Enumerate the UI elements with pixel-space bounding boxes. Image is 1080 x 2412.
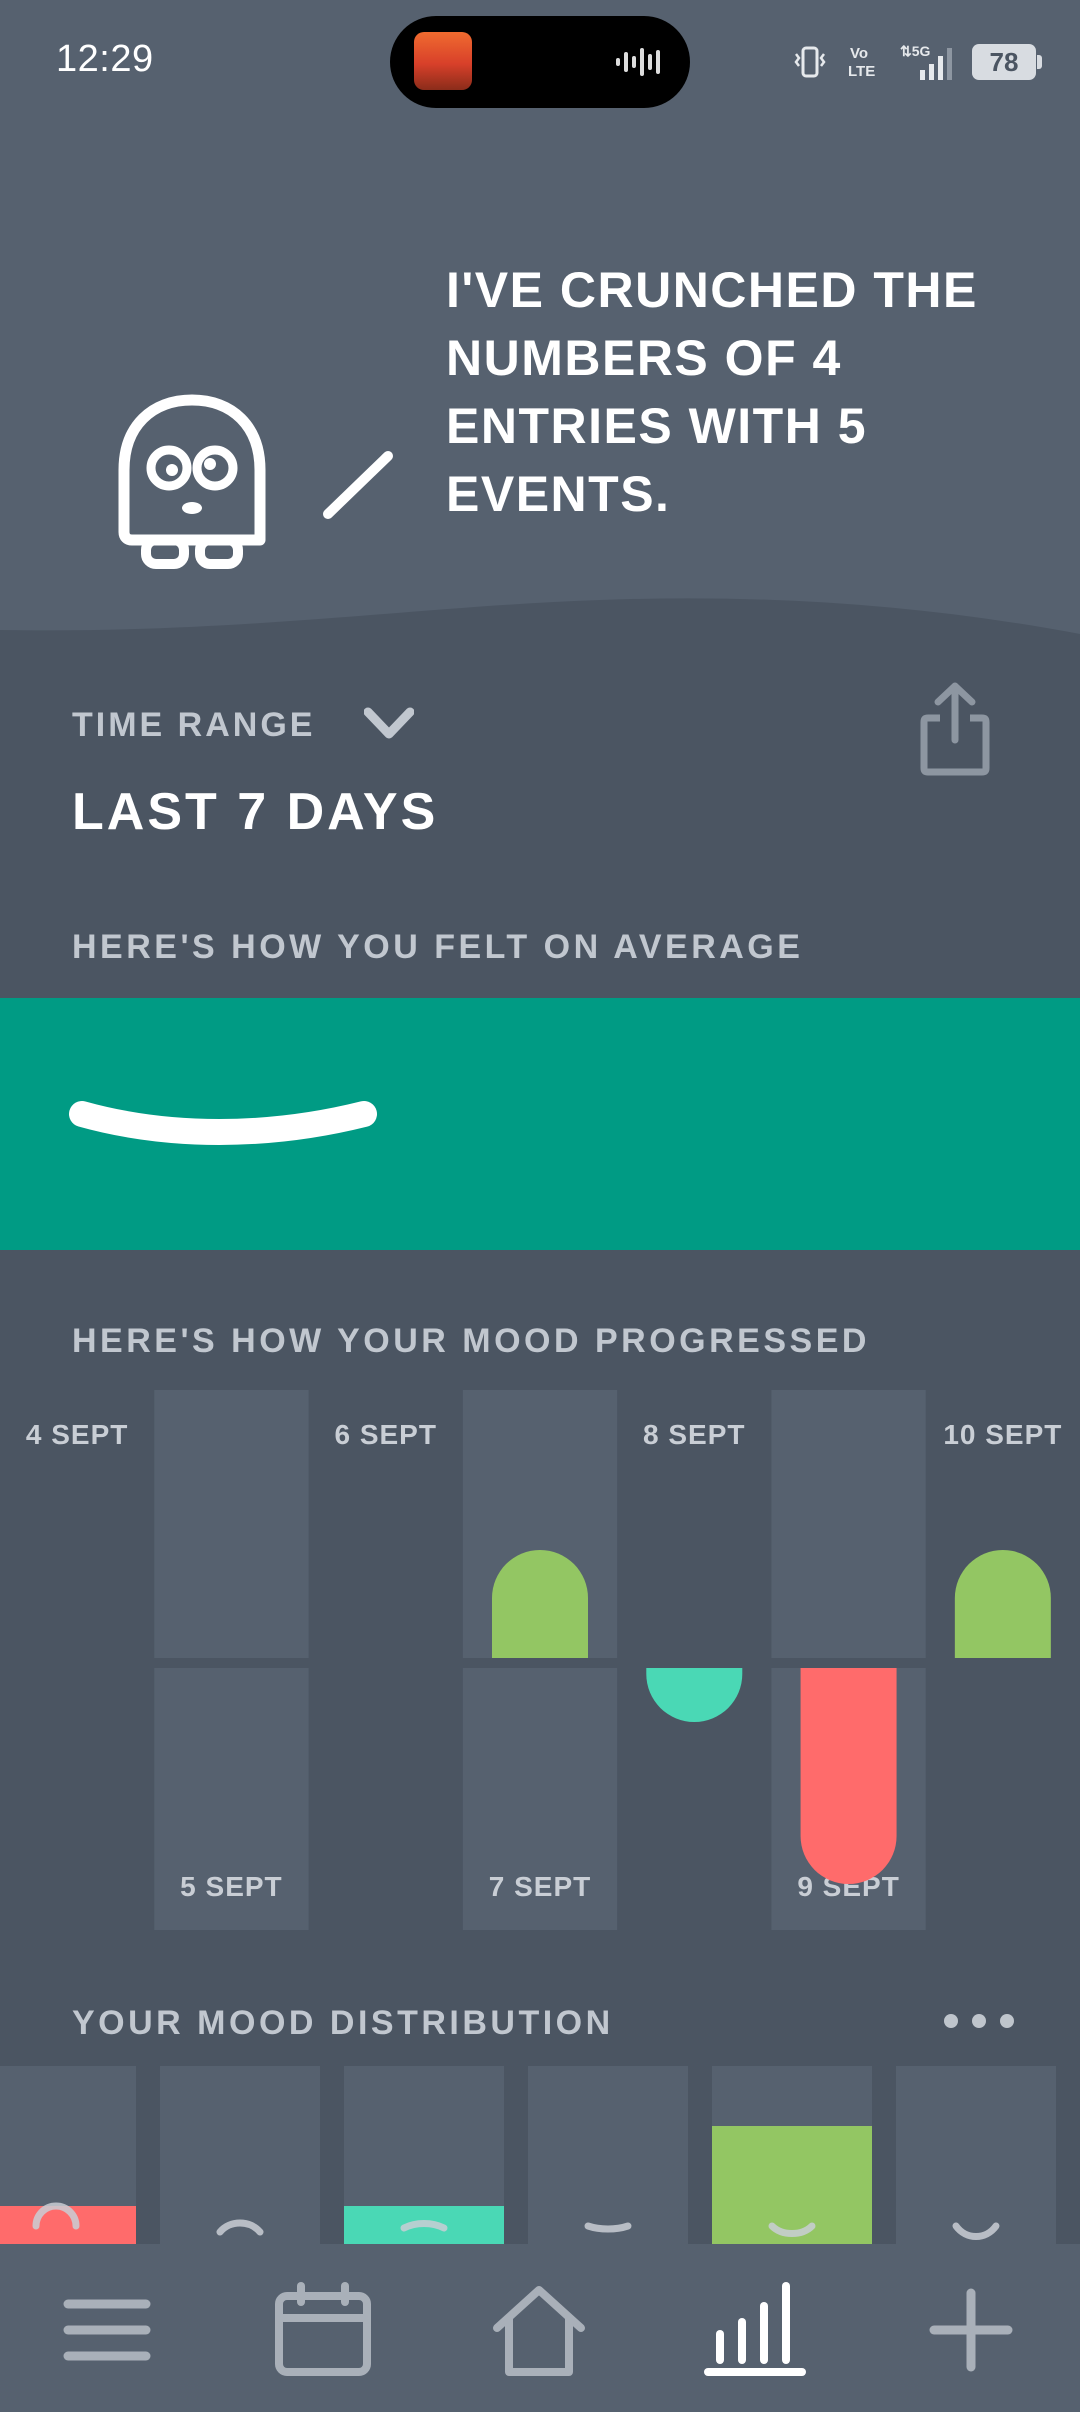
stats-icon xyxy=(704,2282,806,2376)
distribution-bar[interactable] xyxy=(712,2126,872,2246)
svg-text:Vo: Vo xyxy=(850,45,868,62)
status-icons: Vo LTE ⇅5G 78 xyxy=(790,40,1042,84)
battery-icon: 78 xyxy=(972,44,1042,80)
progress-day-label: 8 SEPT xyxy=(643,1419,745,1450)
progress-day-label: 10 SEPT xyxy=(943,1419,1062,1450)
mood-face-icon xyxy=(584,2222,632,2233)
distribution-column xyxy=(528,2066,688,2246)
progress-day-label: 6 SEPT xyxy=(334,1419,436,1450)
slash-divider-icon xyxy=(323,451,393,519)
neutral-mouth-icon xyxy=(69,1101,377,1145)
distribution-column xyxy=(896,2066,1056,2246)
calendar-icon xyxy=(275,2282,371,2376)
progress-heading: HERE'S HOW YOUR MOOD PROGRESSED xyxy=(72,1322,870,1360)
distribution-heading: YOUR MOOD DISTRIBUTION xyxy=(72,2004,614,2042)
media-thumbnail xyxy=(414,32,472,90)
time-range-value[interactable]: LAST 7 DAYS xyxy=(72,782,438,842)
dot-icon xyxy=(1000,2014,1014,2028)
svg-text:⇅5G: ⇅5G xyxy=(900,43,931,59)
progress-mood-bar[interactable] xyxy=(492,1550,588,1658)
nav-calendar[interactable] xyxy=(268,2280,378,2380)
audio-wave-icon xyxy=(616,48,660,76)
progress-column-bottom xyxy=(0,1668,156,1930)
progress-column-bottom xyxy=(925,1668,1080,1930)
status-time: 12:29 xyxy=(56,38,154,80)
5g-signal-icon: ⇅5G xyxy=(900,43,952,80)
share-icon[interactable] xyxy=(918,678,992,778)
average-heading: HERE'S HOW YOU FELT ON AVERAGE xyxy=(72,928,804,966)
home-icon xyxy=(493,2286,585,2376)
progress-column-top xyxy=(771,1390,927,1658)
mood-progress-chart: 4 SEPT5 SEPT6 SEPT7 SEPT8 SEPT9 SEPT10 S… xyxy=(0,1390,1080,1930)
status-bar: 12:29 Vo LTE ⇅5G 78 xyxy=(0,0,1080,124)
nav-add[interactable] xyxy=(916,2280,1026,2380)
progress-day-label: 4 SEPT xyxy=(26,1419,128,1450)
chevron-down-icon[interactable] xyxy=(364,706,414,742)
vibrate-icon xyxy=(794,46,826,78)
progress-mood-bar[interactable] xyxy=(800,1668,897,1884)
more-options-button[interactable] xyxy=(944,2014,1014,2028)
ghost-mascot-icon xyxy=(118,394,266,569)
nav-home[interactable] xyxy=(484,2280,594,2380)
menu-icon xyxy=(63,2299,151,2361)
nav-stats[interactable] xyxy=(700,2280,810,2380)
nav-menu[interactable] xyxy=(52,2280,162,2380)
distribution-column xyxy=(160,2066,320,2246)
progress-column-top xyxy=(154,1390,310,1658)
progress-day-label: 7 SEPT xyxy=(489,1871,591,1902)
progress-mood-bar[interactable] xyxy=(954,1550,1051,1658)
average-mood-band xyxy=(0,998,1080,1250)
bottom-navigation xyxy=(0,2244,1080,2412)
volte-icon: Vo LTE xyxy=(848,45,875,80)
dot-icon xyxy=(972,2014,986,2028)
time-range-label[interactable]: TIME RANGE xyxy=(72,706,315,745)
dot-icon xyxy=(944,2014,958,2028)
summary-message: I'VE CRUNCHED THE NUMBERS OF 4 ENTRIES W… xyxy=(446,262,978,522)
mood-distribution-chart xyxy=(0,2066,1056,2246)
progress-column-bottom xyxy=(308,1668,464,1930)
dynamic-island[interactable] xyxy=(390,16,690,108)
svg-text:LTE: LTE xyxy=(848,63,875,80)
add-icon xyxy=(929,2288,1013,2372)
progress-day-label: 5 SEPT xyxy=(180,1871,282,1902)
